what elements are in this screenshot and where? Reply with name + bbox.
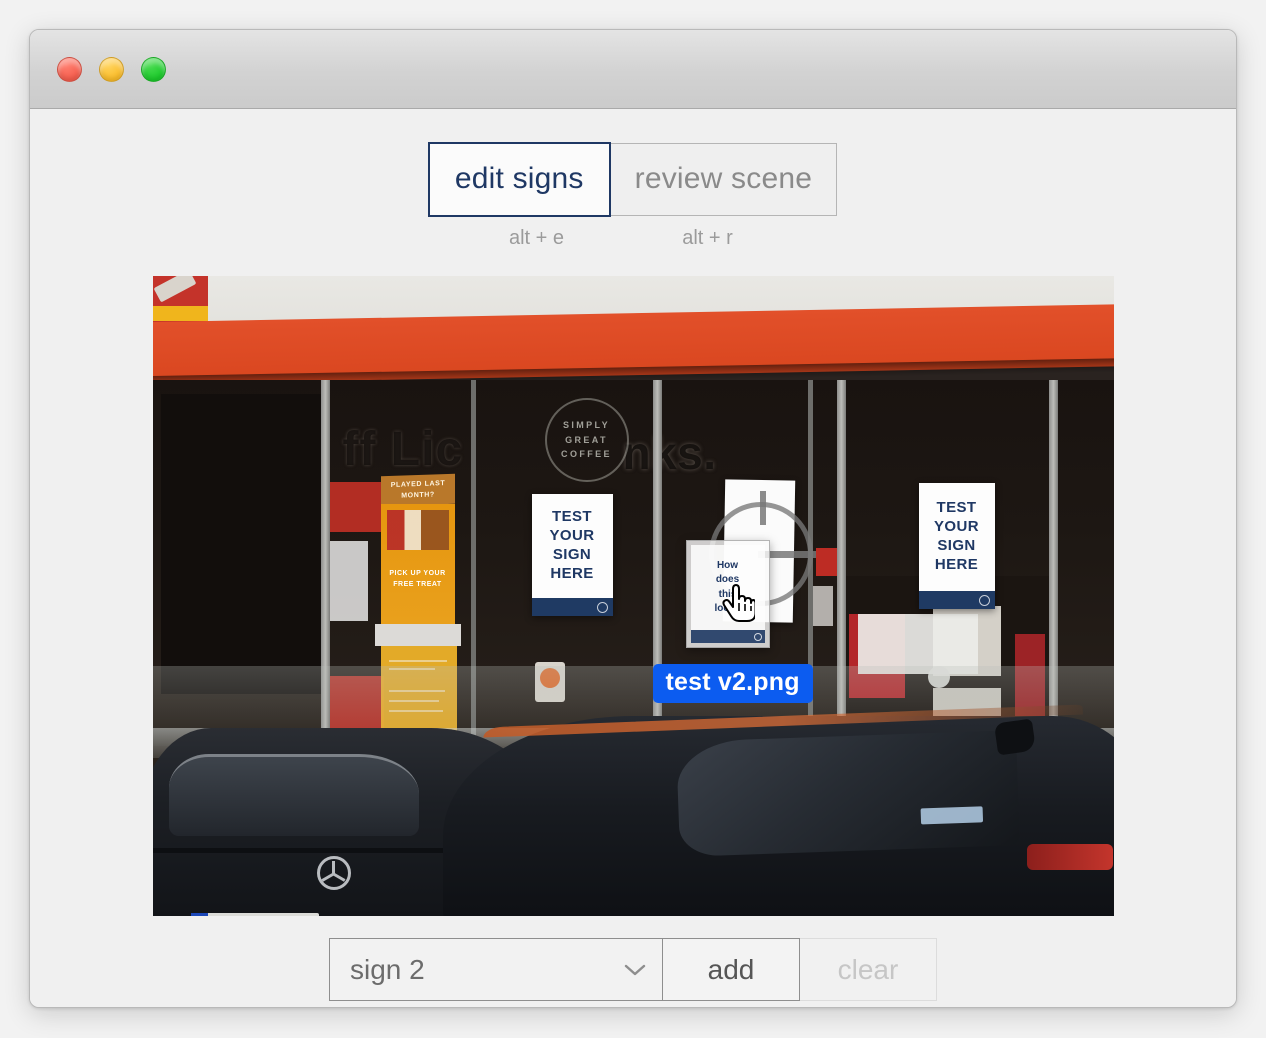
sign-1-line-4: HERE — [550, 564, 594, 582]
storefront-lettering-left: ff Lic — [342, 423, 464, 476]
storefront-lettering-right: nks. — [622, 427, 717, 479]
sign-3-line-1: TEST — [936, 499, 977, 517]
license-plate — [190, 913, 319, 916]
poster-right-white — [812, 586, 833, 626]
sign-3-line-4: HERE — [934, 555, 979, 573]
poster-played-last-month: PLAYED LAST MONTH? — [380, 473, 455, 507]
ghost-line-1: How — [716, 559, 739, 571]
traffic-light-group — [57, 56, 166, 82]
clear-signs-button: clear — [800, 938, 937, 1001]
minimize-window-button[interactable] — [99, 56, 124, 82]
sign-1-line-1: TEST — [552, 508, 592, 526]
app-window: edit signs review scene alt + e alt + r — [29, 29, 1237, 1008]
window-titlebar — [30, 30, 1236, 109]
sign-3-line-3: SIGN — [937, 537, 976, 554]
roundel-line-3: COFFEE — [561, 449, 612, 460]
poster-product-pack — [386, 510, 449, 550]
placed-sign-3-body: TEST YOUR SIGN HERE — [919, 483, 995, 591]
roundel-line-1: SIMPLY — [562, 419, 611, 430]
tab-edit-signs[interactable]: edit signs — [427, 142, 611, 217]
controls-section: sign 2 add clear alt + l alt + a alt + c — [329, 938, 937, 1007]
clear-button-label: clear — [837, 953, 899, 985]
sign-logo-icon — [596, 601, 608, 613]
placed-sign-1-body: TEST YOUR SIGN HERE — [532, 494, 613, 598]
window-body: edit signs review scene alt + e alt + r — [30, 109, 1236, 1007]
poster-played-label: PLAYED LAST MONTH? — [390, 480, 445, 500]
hand-cursor-icon — [721, 584, 755, 622]
hint-edit-signs: alt + e — [508, 227, 565, 249]
sign-select-dropdown[interactable]: sign 2 — [329, 938, 663, 1001]
sign-select-value: sign 2 — [350, 953, 425, 985]
sign-1-line-2: YOUR — [549, 527, 595, 545]
placed-sign-1-footer — [531, 598, 613, 616]
placed-sign-1[interactable]: TEST YOUR SIGN HERE — [531, 494, 613, 616]
maximize-window-button[interactable] — [141, 56, 166, 82]
store-interior-band — [857, 614, 978, 674]
tab-review-scene-label: review scene — [634, 162, 813, 195]
foreground-car — [442, 704, 1114, 916]
coffee-roundel-logo: SIMPLY GREAT COFFEE — [544, 398, 629, 482]
poster-red-upper — [329, 482, 382, 532]
mode-tab-section: edit signs review scene alt + e alt + r — [30, 142, 1236, 250]
sign-logo-icon — [978, 594, 990, 606]
hint-review-scene: alt + r — [682, 227, 733, 249]
mode-tabs: edit signs review scene — [427, 142, 838, 217]
tab-edit-signs-label: edit signs — [454, 162, 584, 195]
mercedes-star-icon — [316, 856, 351, 890]
poster-free-treat: PICK UP YOUR FREE TREAT — [380, 504, 455, 624]
close-window-button[interactable] — [57, 56, 82, 82]
poster-white-upper — [327, 541, 368, 621]
sign-1-line-3: SIGN — [552, 546, 592, 563]
side-mirror — [993, 718, 1036, 756]
drag-filename-label: test v2.png — [652, 664, 813, 703]
taillight — [1026, 844, 1113, 870]
store-left-bay — [160, 394, 321, 694]
add-button-label: add — [707, 953, 755, 985]
placed-sign-3[interactable]: TEST YOUR SIGN HERE — [918, 483, 995, 609]
tab-shortcut-hints: alt + e alt + r — [462, 227, 804, 250]
tab-review-scene[interactable]: review scene — [610, 143, 838, 216]
chevron-down-icon — [624, 964, 646, 975]
add-sign-button[interactable]: add — [663, 938, 800, 1001]
poster-free-treat-label: PICK UP YOUR FREE TREAT — [389, 570, 446, 589]
controls-row: sign 2 add clear — [329, 938, 937, 1001]
scene-preview[interactable]: ff Lic nks. SIMPLY GREAT COFFEE PLAYED L… — [152, 276, 1114, 916]
placed-sign-3-footer — [918, 591, 995, 609]
roundel-line-2: GREAT — [565, 434, 608, 445]
poster-white-strip — [374, 624, 461, 646]
sign-3-line-2: YOUR — [934, 518, 979, 536]
